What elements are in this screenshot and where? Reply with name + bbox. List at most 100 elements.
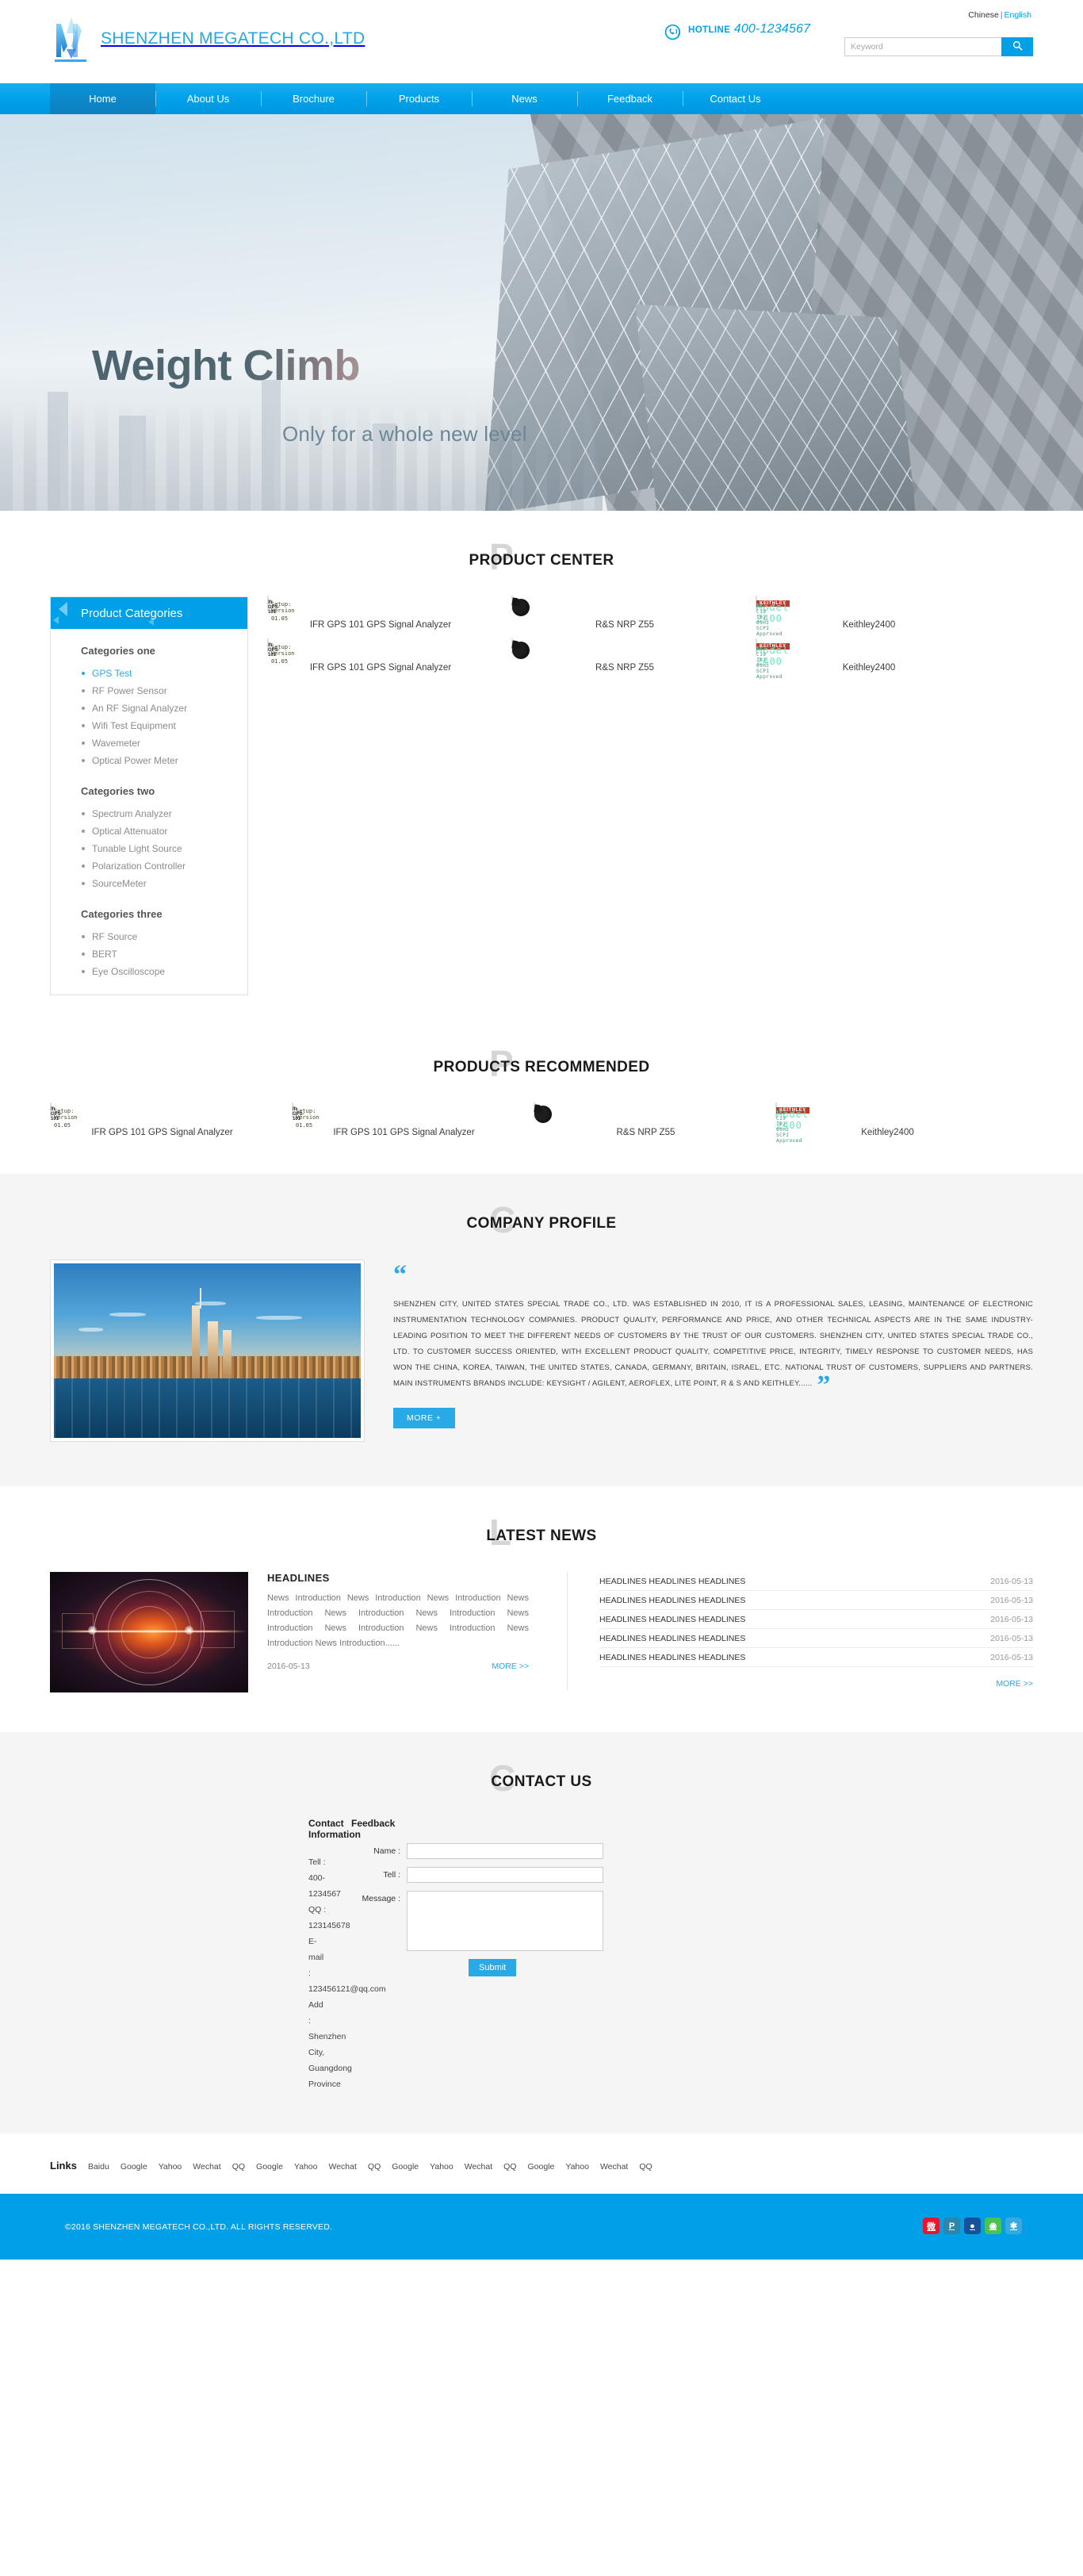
category-item-bert[interactable]: BERT: [81, 945, 247, 963]
product-card[interactable]: ifr GPS-101Setup: Version01.05 IFR GPS 10…: [292, 1102, 516, 1137]
search-input[interactable]: [844, 37, 1001, 56]
product-card[interactable]: R&S NRP Z55: [511, 638, 738, 673]
contact-us-heading: C CONTACT US: [0, 1732, 1083, 1818]
category-item-optical-power-meter[interactable]: Optical Power Meter: [81, 752, 247, 769]
feedback-form: Feedback Name : Tell : Message : Submit: [351, 1818, 603, 2092]
friendly-link-yahoo[interactable]: Yahoo: [159, 2162, 182, 2172]
product-card[interactable]: ifr GPS-101Setup: Version01.05 IFR GPS 10…: [50, 1102, 274, 1137]
baidu-icon[interactable]: ✱: [1005, 2218, 1022, 2234]
site-footer: ©2016 SHENZHEN MEGATECH CO.,LTD. ALL RIG…: [0, 2194, 1083, 2260]
featured-news-date: 2016-05-13: [267, 1662, 310, 1671]
category-item-wavemeter[interactable]: Wavemeter: [81, 734, 247, 752]
feedback-message-textarea[interactable]: [407, 1891, 603, 1951]
news-list-item[interactable]: HEADLINES HEADLINES HEADLINES 2016-05-13: [599, 1591, 1033, 1610]
product-name: IFR GPS 101 GPS Signal Analyzer: [309, 663, 452, 673]
friendly-link-wechat[interactable]: Wechat: [193, 2162, 220, 2172]
hero-banner: Weight Climb Only for a whole new level: [0, 114, 1083, 511]
category-item-rf-power-sensor[interactable]: RF Power Sensor: [81, 682, 247, 700]
site-header: SHENZHEN MEGATECH CO.,LTD Chinese | Englis…: [0, 0, 1083, 83]
nav-item-products[interactable]: Products: [366, 83, 472, 114]
category-item-wifi-test-equipment[interactable]: Wifi Test Equipment: [81, 717, 247, 734]
product-card[interactable]: KEITHLEYModel 2400Rev C19 102 60Hz SCPI …: [756, 638, 982, 680]
weibo-icon[interactable]: 微: [923, 2218, 939, 2234]
friendly-link-google[interactable]: Google: [256, 2162, 283, 2172]
product-thumbnail[interactable]: ifr GPS-101Setup: Version01.05: [267, 638, 295, 665]
product-thumbnail[interactable]: [511, 596, 530, 617]
friendly-link-yahoo[interactable]: Yahoo: [565, 2162, 589, 2172]
featured-news-summary: News Introduction News Introduction News…: [267, 1593, 529, 1648]
product-card[interactable]: KEITHLEYModel 2400Rev C19 102 60Hz SCPI …: [775, 1102, 1000, 1144]
nav-item-about-us[interactable]: About Us: [155, 83, 261, 114]
news-list-item[interactable]: HEADLINES HEADLINES HEADLINES 2016-05-13: [599, 1629, 1033, 1648]
friendly-link-google[interactable]: Google: [527, 2162, 554, 2172]
qq-icon[interactable]: ●: [964, 2218, 981, 2234]
product-card[interactable]: ifr GPS-101Setup: Version01.05 IFR GPS 10…: [267, 596, 494, 630]
category-item-optical-attenuator[interactable]: Optical Attenuator: [81, 822, 247, 840]
product-name: Keithley2400: [842, 663, 896, 673]
news-list-item[interactable]: HEADLINES HEADLINES HEADLINES 2016-05-13: [599, 1572, 1033, 1591]
friendly-link-qq[interactable]: QQ: [503, 2162, 516, 2172]
lang-chinese-link[interactable]: Chinese: [968, 10, 999, 20]
news-item-date: 2016-05-13: [990, 1614, 1033, 1624]
feedback-tel-input[interactable]: [407, 1867, 603, 1883]
category-item-rf-source[interactable]: RF Source: [81, 928, 247, 945]
product-thumbnail[interactable]: KEITHLEYModel 2400Rev C19 102 60Hz SCPI …: [756, 596, 790, 637]
product-thumbnail[interactable]: ifr GPS-101Setup: Version01.05: [50, 1102, 78, 1129]
friendly-link-qq[interactable]: QQ: [232, 2162, 245, 2172]
company-profile-more-button[interactable]: MORE +: [393, 1408, 455, 1428]
site-logo-link[interactable]: SHENZHEN MEGATECH CO.,LTD: [50, 14, 365, 63]
nav-item-label: Home: [89, 93, 117, 105]
feedback-name-label: Name :: [373, 1846, 400, 1856]
feedback-name-input[interactable]: [407, 1843, 603, 1859]
friendly-link-google[interactable]: Google: [392, 2162, 419, 2172]
product-thumbnail[interactable]: ifr GPS-101Setup: Version01.05: [292, 1102, 320, 1129]
product-thumbnail[interactable]: [533, 1102, 552, 1124]
company-profile-image: [50, 1259, 365, 1442]
quote-close-icon: ”: [817, 1370, 831, 1400]
nav-item-news[interactable]: News: [472, 83, 577, 114]
friendly-link-wechat[interactable]: Wechat: [600, 2162, 628, 2172]
featured-news-more-link[interactable]: MORE >>: [492, 1662, 529, 1671]
product-thumbnail[interactable]: ifr GPS-101Setup: Version01.05: [267, 596, 295, 622]
category-item-sourcemeter[interactable]: SourceMeter: [81, 875, 247, 892]
product-thumbnail[interactable]: KEITHLEYModel 2400Rev C19 102 60Hz SCPI …: [756, 638, 790, 680]
friendly-link-baidu[interactable]: Baidu: [88, 2162, 109, 2172]
product-card[interactable]: R&S NRP Z55: [533, 1102, 758, 1137]
product-card[interactable]: R&S NRP Z55: [511, 596, 738, 630]
product-card[interactable]: KEITHLEYModel 2400Rev C19 102 60Hz SCPI …: [756, 596, 982, 637]
friendly-link-wechat[interactable]: Wechat: [465, 2162, 492, 2172]
category-item-eye-oscilloscope[interactable]: Eye Oscilloscope: [81, 963, 247, 980]
nav-item-contact-us[interactable]: Contact Us: [683, 83, 788, 114]
feedback-submit-button[interactable]: Submit: [469, 1959, 517, 1976]
friendly-link-qq[interactable]: QQ: [368, 2162, 381, 2172]
main-navigation: Home About Us Brochure Products News Feedback…: [0, 83, 1083, 114]
nav-item-feedback[interactable]: Feedback: [577, 83, 683, 114]
contact-us-section: C CONTACT US Contact Information Tell : …: [0, 1732, 1083, 2133]
product-thumbnail[interactable]: KEITHLEYModel 2400Rev C19 102 60Hz SCPI …: [775, 1102, 809, 1144]
news-list-item[interactable]: HEADLINES HEADLINES HEADLINES 2016-05-13: [599, 1648, 1033, 1667]
product-thumbnail[interactable]: [511, 638, 530, 660]
category-item-an-rf-signal-analyzer[interactable]: An RF Signal Analyzer: [81, 700, 247, 717]
nav-item-brochure[interactable]: Brochure: [261, 83, 366, 114]
category-item-tunable-light-source[interactable]: Tunable Light Source: [81, 840, 247, 857]
category-item-polarization-controller[interactable]: Polarization Controller: [81, 857, 247, 875]
product-card[interactable]: ifr GPS-101Setup: Version01.05 IFR GPS 10…: [267, 638, 494, 673]
category-list: Spectrum Analyzer Optical Attenuator Tunab…: [81, 805, 247, 892]
friendly-link-google[interactable]: Google: [121, 2162, 147, 2172]
featured-news[interactable]: HEADLINES News Introduction News Introdu…: [50, 1572, 535, 1692]
pinterest-icon[interactable]: P: [943, 2218, 960, 2234]
wechat-icon[interactable]: ◉: [985, 2218, 1001, 2234]
friendly-link-qq[interactable]: QQ: [639, 2162, 652, 2172]
contact-qq: QQ : 123145678: [308, 1905, 350, 1930]
category-item-spectrum-analyzer[interactable]: Spectrum Analyzer: [81, 805, 247, 822]
friendly-link-yahoo[interactable]: Yahoo: [430, 2162, 453, 2172]
category-item-gps-test[interactable]: GPS Test: [81, 665, 247, 682]
friendly-link-wechat[interactable]: Wechat: [329, 2162, 357, 2172]
news-list-item[interactable]: HEADLINES HEADLINES HEADLINES 2016-05-13: [599, 1610, 1033, 1629]
recommended-heading: P PRODUCTS RECOMMENDED: [0, 1018, 1083, 1103]
search-button[interactable]: [1001, 37, 1033, 56]
lang-english-link[interactable]: English: [1005, 10, 1031, 20]
nav-item-home[interactable]: Home: [50, 83, 155, 114]
news-list-more-link[interactable]: MORE >>: [996, 1679, 1033, 1689]
friendly-link-yahoo[interactable]: Yahoo: [294, 2162, 318, 2172]
